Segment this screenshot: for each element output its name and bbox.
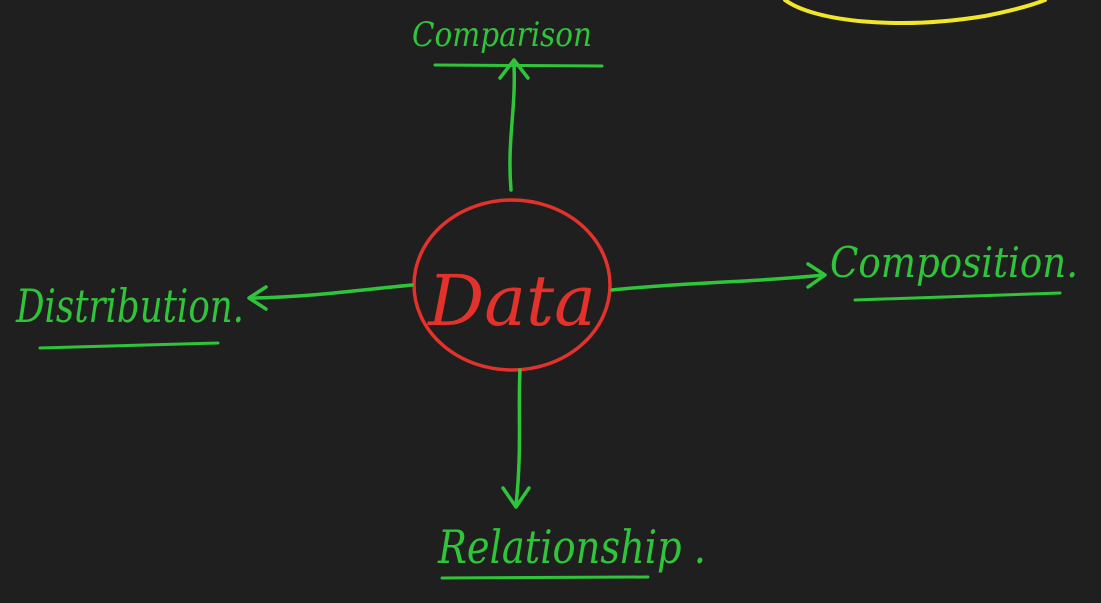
arrow-right-line bbox=[610, 273, 825, 292]
right-label-underline bbox=[853, 291, 1062, 302]
yellow-circle-stroke bbox=[783, 0, 1047, 25]
bottom-branch-label: Relationship . bbox=[437, 520, 706, 574]
right-branch-label: Composition. bbox=[830, 238, 1078, 287]
top-label-underline bbox=[433, 63, 604, 68]
left-branch-label: Distribution. bbox=[15, 279, 244, 333]
arrow-bottom-line bbox=[514, 368, 522, 507]
bottom-label-underline bbox=[440, 575, 650, 580]
arrow-left-line bbox=[250, 283, 414, 300]
whiteboard-canvas: Data Comparison Composition. Relationshi… bbox=[0, 0, 1101, 603]
mind-map-diagram: Data Comparison Composition. Relationshi… bbox=[15, 0, 1078, 580]
top-branch-label: Comparison bbox=[412, 15, 592, 55]
left-label-underline bbox=[38, 341, 220, 350]
arrow-top-line bbox=[508, 63, 517, 192]
center-label: Data bbox=[426, 260, 596, 342]
